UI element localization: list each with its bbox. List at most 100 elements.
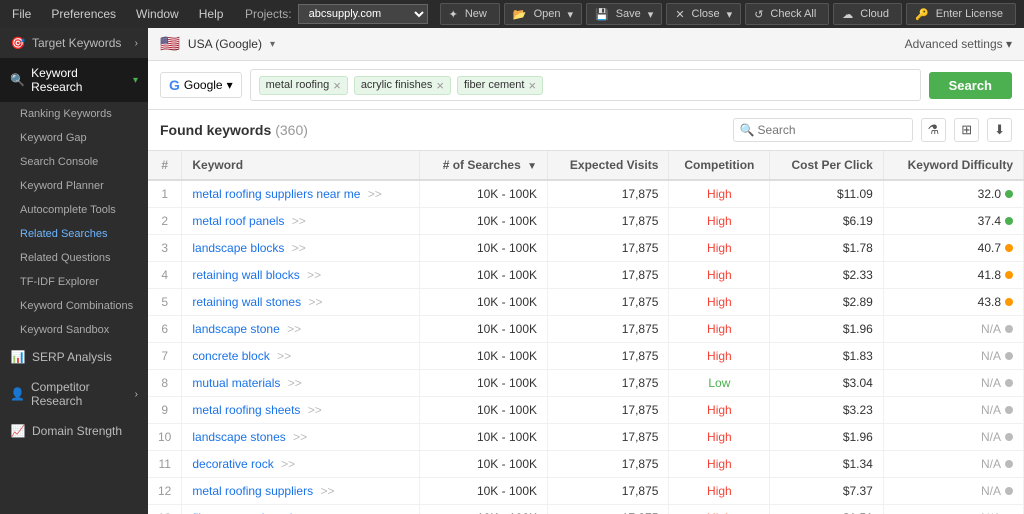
keywords-table-wrap: # Keyword # of Searches ▼ Expected Visit… (148, 151, 1024, 514)
row-num: 2 (148, 208, 182, 235)
kd-dot (1005, 379, 1013, 387)
sidebar-item-autocomplete-tools[interactable]: Autocomplete Tools (0, 198, 148, 222)
sidebar-item-keyword-planner[interactable]: Keyword Planner (0, 174, 148, 198)
row-num: 13 (148, 505, 182, 514)
keyword-link[interactable]: metal roofing suppliers (192, 484, 313, 498)
keyword-link[interactable]: mutual materials (192, 376, 280, 390)
open-button[interactable]: 📂 Open ▾ (504, 3, 582, 25)
autocomplete-tools-label: Autocomplete Tools (20, 204, 116, 216)
keyword-expand-btn[interactable]: >> (289, 430, 311, 444)
keyword-expand-btn[interactable]: >> (288, 241, 310, 255)
cloud-button[interactable]: ☁ Cloud (833, 3, 902, 25)
sidebar-item-serp-analysis[interactable]: 📊 SERP Analysis (0, 342, 148, 372)
found-search-input[interactable] (733, 118, 913, 142)
keyword-link[interactable]: metal roofing sheets (192, 403, 300, 417)
keyword-link[interactable]: metal roof panels (192, 214, 284, 228)
sidebar-item-related-questions[interactable]: Related Questions (0, 246, 148, 270)
sidebar-item-related-searches[interactable]: Related Searches (0, 222, 148, 246)
keyword-expand-btn[interactable]: >> (303, 268, 325, 282)
row-competition: High (669, 343, 770, 370)
keyword-expand-btn[interactable]: >> (284, 376, 306, 390)
search-engine-select[interactable]: G Google ▾ (160, 72, 242, 98)
row-num: 4 (148, 262, 182, 289)
menu-help[interactable]: Help (195, 5, 228, 23)
keyword-expand-btn[interactable]: >> (283, 322, 305, 336)
sidebar-item-search-console[interactable]: Search Console (0, 150, 148, 174)
keyword-tag-remove-0[interactable]: × (333, 79, 341, 92)
keyword-expand-btn[interactable]: >> (277, 457, 299, 471)
close-button[interactable]: ✕ Close ▾ (666, 3, 741, 25)
menu-window[interactable]: Window (132, 5, 183, 23)
keyword-expand-btn[interactable]: >> (364, 187, 386, 201)
view-columns-button[interactable]: ⊞ (954, 118, 979, 142)
row-kd: 41.8 (883, 262, 1023, 289)
keyword-expand-btn[interactable]: >> (273, 349, 295, 363)
sidebar-item-ranking-keywords[interactable]: Ranking Keywords (0, 102, 148, 126)
sidebar-item-domain-strength[interactable]: 📈 Domain Strength (0, 416, 148, 446)
filter-button[interactable]: ⚗ (921, 118, 947, 142)
col-header-searches[interactable]: # of Searches ▼ (420, 151, 548, 180)
advanced-settings-link[interactable]: Advanced settings ▾ (905, 37, 1012, 51)
export-button[interactable]: ⬇ (987, 118, 1012, 142)
keyword-link[interactable]: retaining wall stones (192, 295, 301, 309)
keyword-expand-btn[interactable]: >> (288, 214, 310, 228)
row-searches: 10K - 100K (420, 316, 548, 343)
keyword-tag-remove-2[interactable]: × (528, 79, 536, 92)
row-visits: 17,875 (548, 343, 669, 370)
row-cpc: $3.04 (770, 370, 884, 397)
row-keyword: mutual materials >> (182, 370, 420, 397)
keyword-link[interactable]: landscape blocks (192, 241, 284, 255)
sidebar-item-keyword-research[interactable]: 🔍 Keyword Research ▾ (0, 58, 148, 102)
toolbar-buttons: ✦ New 📂 Open ▾ 💾 Save ▾ ✕ Close ▾ ↺ Chec… (440, 3, 1016, 25)
domain-strength-label: Domain Strength (32, 424, 122, 438)
new-button[interactable]: ✦ New (440, 3, 500, 25)
keyword-link[interactable]: metal roofing suppliers near me (192, 187, 360, 201)
col-header-competition[interactable]: Competition (669, 151, 770, 180)
keywords-input-wrap[interactable]: metal roofing × acrylic finishes × fiber… (250, 69, 921, 101)
projects-select[interactable]: abcsupply.com (298, 4, 428, 24)
sidebar-item-tf-idf-explorer[interactable]: TF-IDF Explorer (0, 270, 148, 294)
row-num: 8 (148, 370, 182, 397)
projects-label: Projects: (245, 7, 292, 21)
table-row: 9 metal roofing sheets >> 10K - 100K 17,… (148, 397, 1024, 424)
table-row: 1 metal roofing suppliers near me >> 10K… (148, 180, 1024, 208)
row-competition: High (669, 505, 770, 514)
keyword-link[interactable]: concrete block (192, 349, 269, 363)
location-dropdown-arrow[interactable]: ▾ (270, 39, 275, 50)
keyword-link[interactable]: landscape stones (192, 430, 285, 444)
col-header-visits[interactable]: Expected Visits (548, 151, 669, 180)
tf-idf-label: TF-IDF Explorer (20, 276, 99, 288)
sidebar-item-competitor-research[interactable]: 👤 Competitor Research › (0, 372, 148, 416)
col-header-kd[interactable]: Keyword Difficulty (883, 151, 1023, 180)
keyword-research-icon: 🔍 (10, 73, 25, 87)
sidebar-item-keyword-combinations[interactable]: Keyword Combinations (0, 294, 148, 318)
competitor-research-arrow: › (135, 389, 138, 400)
sidebar-item-keyword-gap[interactable]: Keyword Gap (0, 126, 148, 150)
keyword-link[interactable]: retaining wall blocks (192, 268, 299, 282)
col-header-cpc[interactable]: Cost Per Click (770, 151, 884, 180)
keyword-link[interactable]: decorative rock (192, 457, 273, 471)
menu-file[interactable]: File (8, 5, 35, 23)
keyword-tag-remove-1[interactable]: × (436, 79, 444, 92)
keyword-expand-btn[interactable]: >> (304, 403, 326, 417)
keyword-expand-btn[interactable]: >> (304, 295, 326, 309)
menu-bar: File Preferences Window Help Projects: a… (0, 0, 1024, 28)
save-button[interactable]: 💾 Save ▾ (586, 3, 662, 25)
menu-preferences[interactable]: Preferences (47, 5, 120, 23)
row-num: 11 (148, 451, 182, 478)
search-bar-area: G Google ▾ metal roofing × acrylic finis… (148, 61, 1024, 110)
enter-license-button[interactable]: 🔑 Enter License (906, 3, 1016, 25)
domain-strength-icon: 📈 (10, 424, 26, 438)
row-num: 12 (148, 478, 182, 505)
kd-dot (1005, 244, 1013, 252)
found-search-wrap: 🔍 (733, 118, 913, 142)
sidebar-item-keyword-sandbox[interactable]: Keyword Sandbox (0, 318, 148, 342)
keyword-expand-btn[interactable]: >> (316, 484, 338, 498)
search-button[interactable]: Search (929, 72, 1012, 99)
col-header-keyword[interactable]: Keyword (182, 151, 420, 180)
row-visits: 17,875 (548, 505, 669, 514)
keyword-link[interactable]: landscape stone (192, 322, 279, 336)
sidebar-item-target-keywords[interactable]: 🎯 Target Keywords › (0, 28, 148, 58)
check-all-button[interactable]: ↺ Check All (745, 3, 829, 25)
row-searches: 10K - 100K (420, 262, 548, 289)
